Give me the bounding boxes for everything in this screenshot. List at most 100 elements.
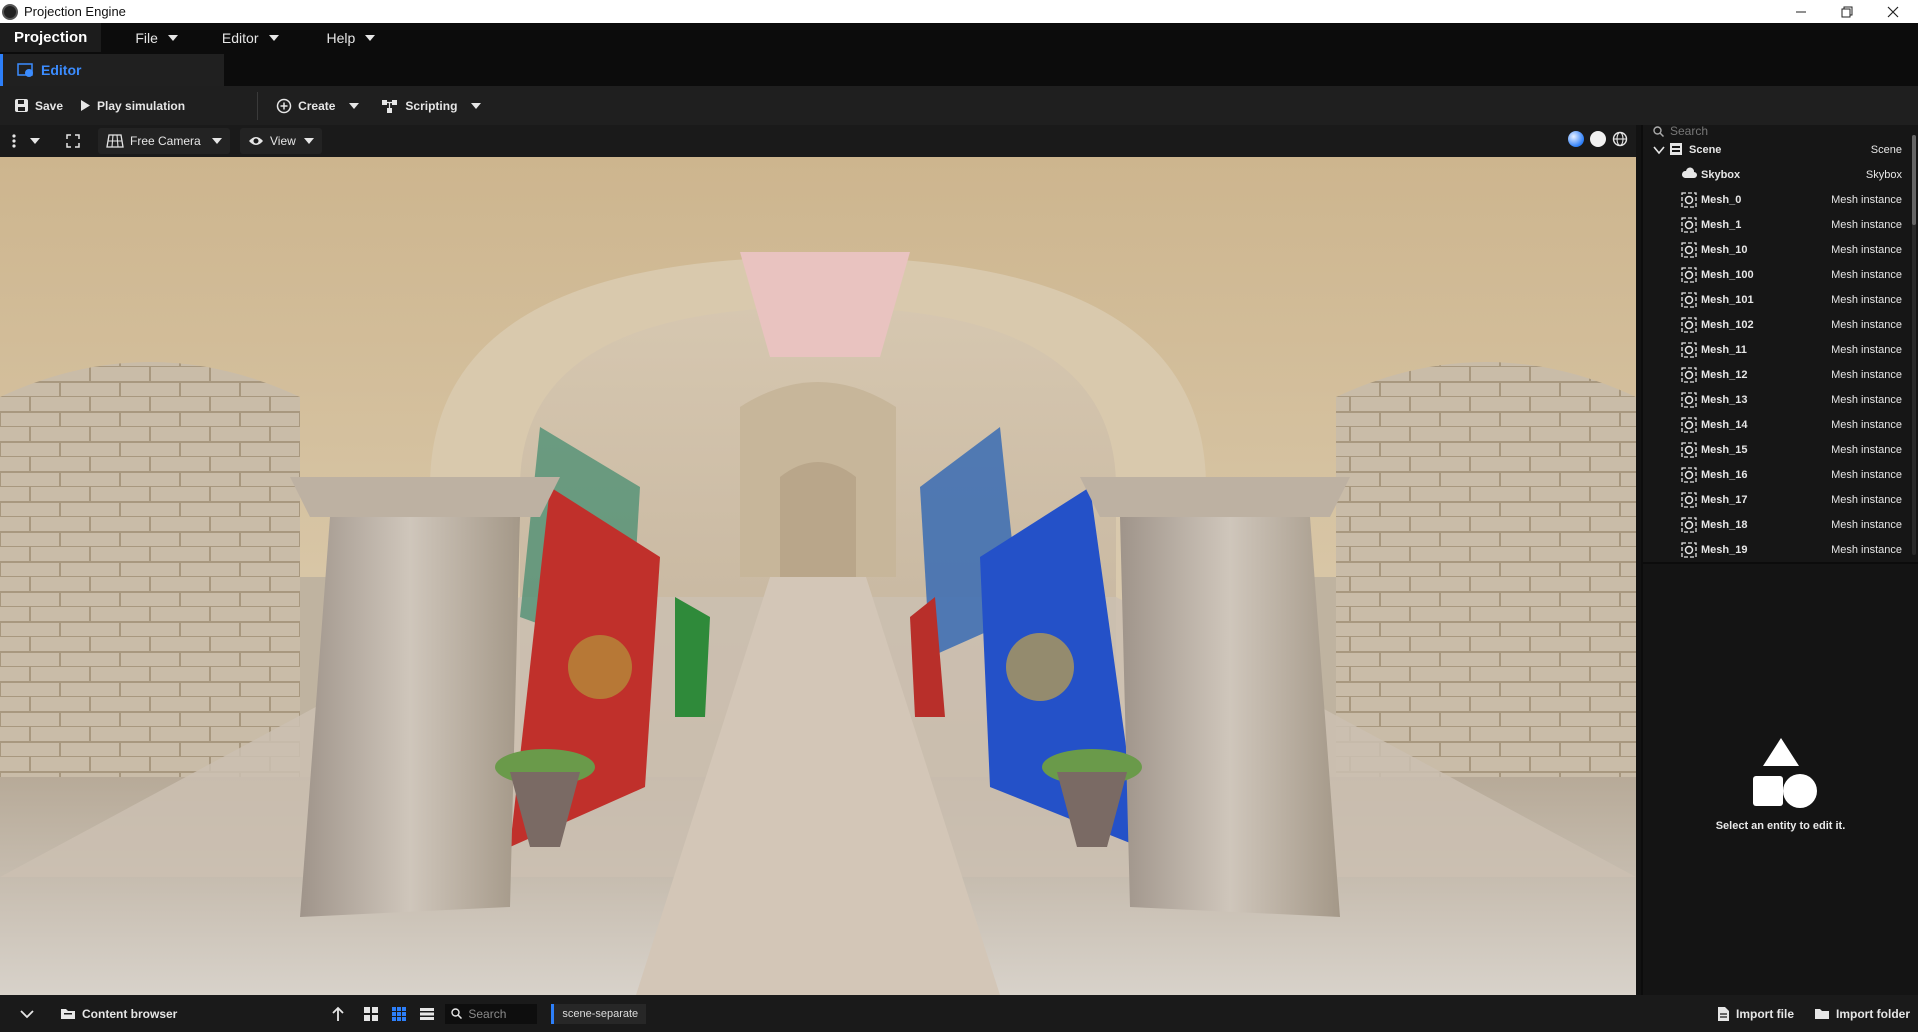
hierarchy-row[interactable]: Mesh_11 Mesh instance — [1643, 337, 1918, 362]
scripting-button[interactable]: Scripting — [373, 86, 489, 125]
mesh-icon — [1681, 241, 1697, 258]
hierarchy-item-name: Mesh_1 — [1701, 218, 1742, 231]
hierarchy-scrollbar-thumb[interactable] — [1912, 135, 1916, 225]
viewport-options-button[interactable] — [4, 128, 48, 154]
menu-file[interactable]: File — [101, 23, 202, 52]
app-logo-icon — [2, 3, 18, 20]
toolbar-divider — [257, 91, 259, 120]
scene-render-image — [0, 157, 1636, 995]
brand-menu[interactable]: Projection — [0, 23, 102, 52]
tab-editor[interactable]: Editor — [0, 54, 224, 86]
create-label: Create — [298, 98, 336, 113]
camera-mode-dropdown[interactable]: Free Camera — [98, 128, 230, 154]
hierarchy-item-type: Mesh instance — [1831, 493, 1902, 506]
view-label: View — [270, 134, 296, 148]
hierarchy-item-type: Skybox — [1865, 168, 1902, 181]
chevron-down-icon — [304, 138, 314, 144]
breadcrumb-folder-label: scene-separate — [562, 1007, 639, 1020]
hierarchy-row[interactable]: Mesh_16 Mesh instance — [1643, 462, 1918, 487]
tab-bar: Editor — [0, 52, 1918, 86]
menu-help-label: Help — [326, 29, 356, 46]
shading-lit-icon[interactable] — [1568, 131, 1584, 147]
close-icon — [1887, 6, 1899, 17]
menu-editor-label: Editor — [221, 29, 259, 46]
minimize-icon — [1796, 11, 1806, 12]
hierarchy-row[interactable]: Mesh_10 Mesh instance — [1643, 237, 1918, 262]
chevron-down-icon — [349, 102, 360, 109]
hierarchy-row[interactable]: Mesh_12 Mesh instance — [1643, 362, 1918, 387]
close-window-button[interactable] — [1870, 0, 1916, 23]
tab-editor-label: Editor — [41, 62, 82, 78]
chevron-down-icon — [212, 138, 222, 144]
hierarchy-row[interactable]: Mesh_15 Mesh instance — [1643, 437, 1918, 462]
play-simulation-button[interactable]: Play simulation — [71, 86, 193, 125]
hierarchy-row[interactable]: Mesh_100 Mesh instance — [1643, 262, 1918, 287]
chevron-down-icon — [30, 138, 40, 144]
chevron-down-icon — [471, 102, 482, 109]
collapse-panel-button[interactable] — [20, 1009, 34, 1019]
hierarchy-row[interactable]: Mesh_17 Mesh instance — [1643, 487, 1918, 512]
import-file-button[interactable]: Import file — [1717, 1006, 1794, 1022]
navigate-up-button[interactable] — [331, 1006, 345, 1022]
view-dropdown[interactable]: View — [240, 128, 322, 154]
import-folder-button[interactable]: Import folder — [1814, 1007, 1910, 1021]
hierarchy-row[interactable]: Mesh_1 Mesh instance — [1643, 212, 1918, 237]
grid-large-icon — [364, 1006, 379, 1021]
hierarchy-row[interactable]: Mesh_0 Mesh instance — [1643, 187, 1918, 212]
small-grid-view-button[interactable] — [391, 1006, 407, 1022]
hierarchy-row[interactable]: Mesh_102 Mesh instance — [1643, 312, 1918, 337]
search-icon — [451, 1008, 463, 1019]
hierarchy-row[interactable]: Mesh_18 Mesh instance — [1643, 512, 1918, 537]
content-browser-tab[interactable]: Content browser — [60, 1007, 177, 1021]
window-titlebar: Projection Engine — [0, 0, 1918, 23]
hierarchy-item-name: Mesh_15 — [1701, 443, 1748, 456]
hierarchy-item-name: Mesh_18 — [1701, 518, 1748, 531]
hierarchy-item-type: Mesh instance — [1831, 518, 1902, 531]
hierarchy-row[interactable]: Mesh_13 Mesh instance — [1643, 387, 1918, 412]
mesh-icon — [1681, 466, 1697, 483]
scene-viewport[interactable] — [0, 157, 1636, 995]
hierarchy-item-name: Mesh_14 — [1701, 418, 1748, 431]
hierarchy-row[interactable]: Skybox Skybox — [1643, 162, 1918, 187]
plus-circle-icon — [276, 98, 292, 113]
hierarchy-item-name: Skybox — [1701, 168, 1741, 181]
hierarchy-row[interactable]: Mesh_14 Mesh instance — [1643, 412, 1918, 437]
save-label: Save — [35, 98, 64, 113]
list-view-button[interactable] — [419, 1007, 435, 1021]
hierarchy-row-scene[interactable]: Scene Scene — [1643, 137, 1918, 162]
shapes-icon — [1752, 738, 1817, 808]
more-vertical-icon — [12, 134, 16, 148]
mesh-icon — [1681, 341, 1697, 358]
shading-unlit-icon[interactable] — [1590, 131, 1606, 147]
camera-mode-label: Free Camera — [130, 134, 201, 148]
hierarchy-row[interactable]: Mesh_101 Mesh instance — [1643, 287, 1918, 312]
hierarchy-item-name: Mesh_19 — [1701, 543, 1748, 556]
chevron-down-icon — [1653, 145, 1665, 154]
fullscreen-button[interactable] — [58, 128, 88, 154]
hierarchy-item-name: Mesh_11 — [1701, 343, 1747, 356]
import-file-label: Import file — [1735, 1006, 1794, 1021]
create-button[interactable]: Create — [268, 86, 367, 125]
inspector-panel: Select an entity to edit it. — [1641, 562, 1918, 995]
hierarchy-search[interactable]: Search — [1643, 124, 1918, 138]
save-icon — [15, 99, 28, 112]
fullscreen-icon — [66, 134, 80, 148]
save-button[interactable]: Save — [6, 86, 71, 125]
mesh-icon — [1681, 491, 1697, 508]
restore-button[interactable] — [1824, 0, 1870, 23]
mesh-icon — [1681, 216, 1697, 233]
large-grid-view-button[interactable] — [363, 1006, 379, 1022]
content-search-input[interactable]: Search — [445, 1003, 538, 1024]
hierarchy-item-name: Mesh_100 — [1701, 268, 1754, 281]
minimize-button[interactable] — [1778, 0, 1824, 23]
menu-help[interactable]: Help — [303, 23, 400, 52]
shading-wireframe-icon[interactable] — [1612, 131, 1628, 147]
menu-editor[interactable]: Editor — [202, 23, 303, 52]
hierarchy-item-type: Mesh instance — [1831, 393, 1902, 406]
breadcrumb-folder[interactable]: scene-separate — [551, 1003, 647, 1024]
inspector-empty-message: Select an entity to edit it. — [1715, 820, 1846, 832]
hierarchy-row[interactable]: Mesh_19 Mesh instance — [1643, 537, 1918, 562]
hierarchy-item-name: Scene — [1689, 143, 1722, 156]
folder-icon — [1815, 1009, 1829, 1019]
hierarchy-item-type: Scene — [1870, 143, 1902, 156]
